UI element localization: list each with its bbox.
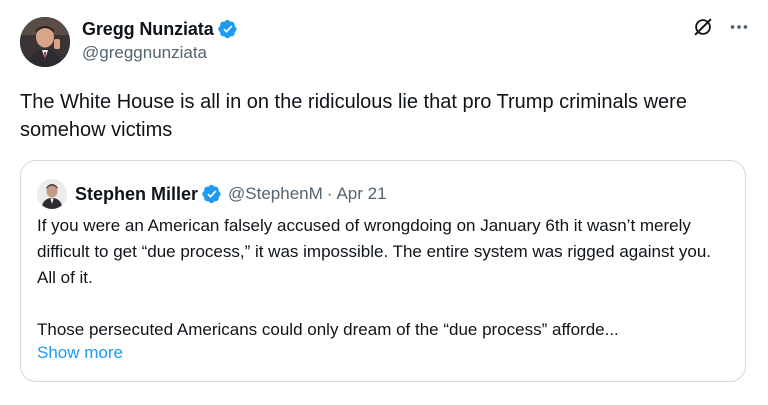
- quoted-tweet[interactable]: Stephen Miller @StephenM · Apr 21 If you…: [20, 160, 746, 382]
- grok-icon[interactable]: [692, 16, 714, 38]
- quoted-author-handle[interactable]: @StephenM: [228, 184, 323, 204]
- quoted-paragraph-2: Those persecuted Americans could only dr…: [37, 320, 619, 339]
- author-handle[interactable]: @greggnunziata: [82, 43, 238, 63]
- more-icon[interactable]: [728, 16, 750, 38]
- author-avatar[interactable]: [20, 17, 70, 67]
- tweet-author: Gregg Nunziata @greggnunziata: [82, 17, 238, 63]
- verified-badge-icon: [217, 19, 237, 39]
- show-more-link[interactable]: Show more: [37, 343, 123, 363]
- author-name[interactable]: Gregg Nunziata: [82, 19, 214, 40]
- quoted-paragraph-1: If you were an American falsely accused …: [37, 216, 712, 287]
- quoted-tweet-body: If you were an American falsely accused …: [37, 213, 727, 343]
- meta-separator: ·: [326, 184, 333, 203]
- quoted-author-avatar[interactable]: [37, 179, 67, 209]
- quoted-tweet-header: Stephen Miller @StephenM · Apr 21: [37, 179, 387, 209]
- tweet-top-actions: [692, 16, 750, 38]
- quoted-tweet-date[interactable]: Apr 21: [336, 184, 386, 204]
- verified-badge-icon: [202, 184, 221, 204]
- tweet-text: The White House is all in on the ridicul…: [20, 91, 687, 141]
- quoted-author-name[interactable]: Stephen Miller: [75, 184, 198, 205]
